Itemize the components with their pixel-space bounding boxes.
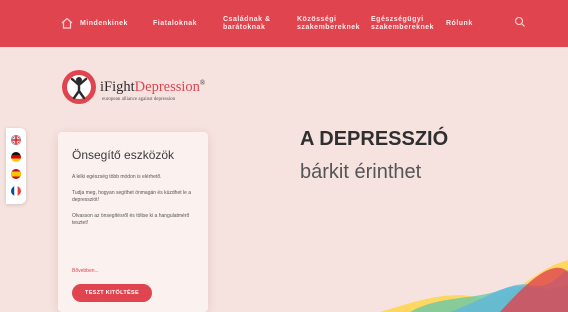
take-test-button[interactable]: TESZT KITÖLTÉSE [72, 284, 152, 302]
hero-title: A DEPRESSZIÓ [300, 128, 449, 150]
nav-item-about[interactable]: Rólunk [446, 0, 473, 47]
nav-item-family-friends[interactable]: Családnak & barátoknak [223, 0, 281, 47]
nav-item-community-professionals[interactable]: Közösségi szakembereknek [297, 0, 360, 47]
read-more-link[interactable]: Bővebben... [72, 268, 99, 274]
card-paragraph: A lelki egészség több módon is elérhető. [72, 174, 162, 180]
language-switcher [6, 128, 26, 204]
logo-emblem [62, 70, 96, 104]
self-help-card: Önsegítő eszközök A lelki egészség több … [58, 132, 208, 312]
nav-item-health-professionals[interactable]: Egészségügyi szakembereknek [371, 0, 435, 47]
decorative-waves [380, 260, 568, 312]
logo-tagline: european alliance against depression [102, 97, 176, 102]
top-navigation: Mindenkinek Fiataloknak Családnak & bará… [0, 0, 568, 47]
site-logo[interactable]: iFightDepression® european alliance agai… [62, 70, 212, 114]
home-icon[interactable] [60, 16, 74, 30]
card-title: Önsegítő eszközök [72, 148, 175, 162]
nav-item-everyone[interactable]: Mindenkinek [80, 0, 128, 47]
french-flag-icon[interactable] [11, 186, 21, 196]
card-paragraph: Tudja meg, hogyan segíthet önmagán és kü… [72, 189, 192, 204]
english-flag-icon[interactable] [11, 135, 21, 145]
card-paragraph: Olvasson az önsegítésről és töltse ki a … [72, 212, 190, 227]
spanish-flag-icon[interactable] [11, 169, 21, 179]
nav-item-youth[interactable]: Fiataloknak [153, 0, 197, 47]
logo-wordmark: iFightDepression® [100, 79, 206, 95]
search-icon[interactable] [514, 16, 526, 28]
hero-subtitle: bárkit érinthet [300, 161, 422, 183]
german-flag-icon[interactable] [11, 152, 21, 162]
